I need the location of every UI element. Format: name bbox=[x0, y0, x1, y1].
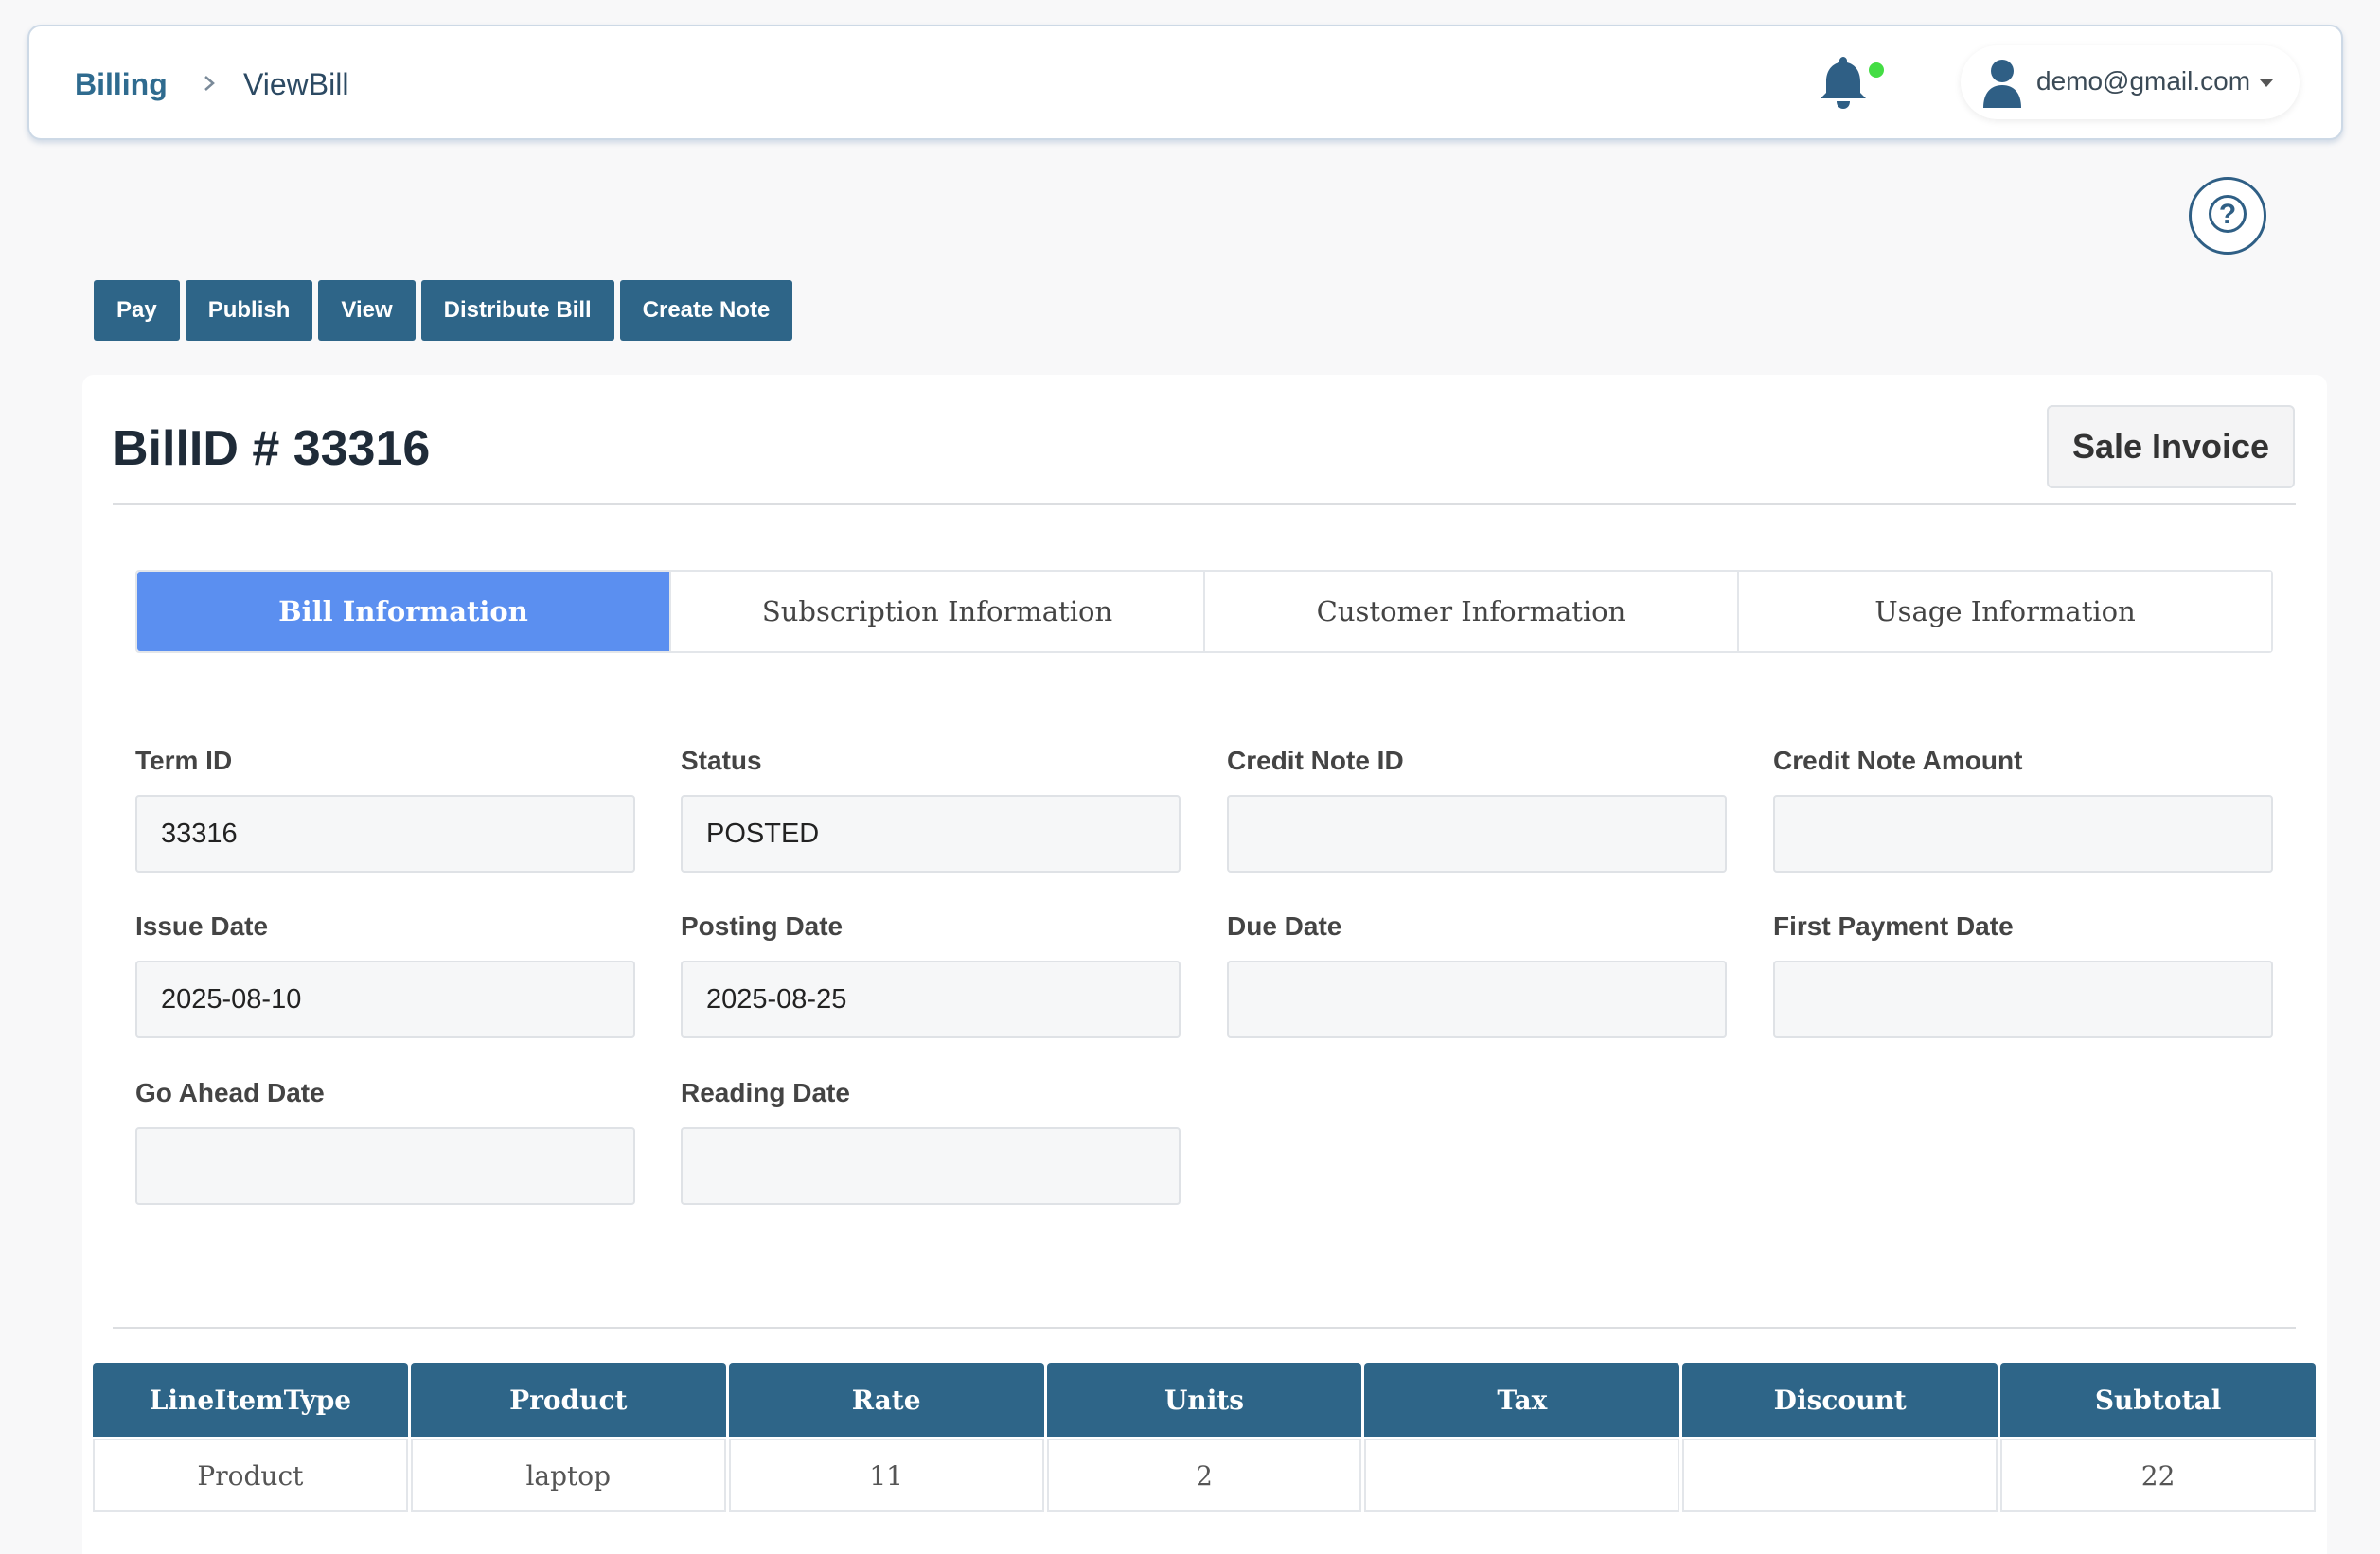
pay-button[interactable]: Pay bbox=[94, 280, 180, 341]
reading-date-field: Reading Date bbox=[681, 1078, 1181, 1205]
field-label: Status bbox=[681, 746, 762, 775]
tab-customer-information[interactable]: Customer Information bbox=[1205, 572, 1739, 651]
field-label: Posting Date bbox=[681, 911, 844, 941]
posting-date-field: Posting Date 2025-08-25 bbox=[681, 911, 1181, 1038]
field-label: Go Ahead Date bbox=[135, 1078, 325, 1107]
field-label: First Payment Date bbox=[1773, 911, 2014, 941]
table-cell bbox=[1682, 1439, 1998, 1512]
user-icon bbox=[1981, 59, 2023, 108]
term-id-field: Term ID 33316 bbox=[135, 746, 635, 873]
field-label: Issue Date bbox=[135, 911, 269, 941]
field-label: Credit Note ID bbox=[1227, 746, 1404, 775]
first-payment-date-input[interactable] bbox=[1773, 961, 2273, 1038]
due-date-input[interactable] bbox=[1227, 961, 1727, 1038]
top-bar: Billing ViewBill demo@gmail.com bbox=[27, 25, 2343, 140]
first-payment-date-field: First Payment Date bbox=[1773, 911, 2273, 1038]
view-button[interactable]: View bbox=[318, 280, 416, 341]
column-header[interactable]: Units bbox=[1046, 1363, 1362, 1437]
credit-note-amount-input[interactable] bbox=[1773, 795, 2273, 873]
column-header[interactable]: Rate bbox=[728, 1363, 1044, 1437]
chevron-right-icon bbox=[201, 64, 220, 110]
notification-dot bbox=[1869, 62, 1884, 78]
line-items-table: LineItemType Product Rate Units Tax Disc… bbox=[93, 1363, 2316, 1512]
credit-note-id-field: Credit Note ID bbox=[1227, 746, 1727, 873]
column-header[interactable]: Tax bbox=[1364, 1363, 1680, 1437]
distribute-bill-button[interactable]: Distribute Bill bbox=[420, 280, 614, 341]
status-input[interactable]: POSTED bbox=[681, 795, 1181, 873]
column-header[interactable]: LineItemType bbox=[93, 1363, 408, 1437]
reading-date-input[interactable] bbox=[681, 1127, 1181, 1205]
help-button[interactable]: ? bbox=[2189, 177, 2266, 255]
issue-date-field: Issue Date 2025-08-10 bbox=[135, 911, 635, 1038]
divider bbox=[113, 1327, 2296, 1329]
sale-invoice-button[interactable]: Sale Invoice bbox=[2047, 405, 2295, 488]
credit-note-id-input[interactable] bbox=[1227, 795, 1727, 873]
bell-icon[interactable] bbox=[1817, 53, 1883, 110]
page-title: BillID # 33316 bbox=[113, 421, 431, 476]
bill-card: BillID # 33316 Sale Invoice Bill Informa… bbox=[82, 375, 2327, 1554]
caret-down-icon bbox=[2260, 79, 2273, 87]
column-header[interactable]: Discount bbox=[1682, 1363, 1998, 1437]
breadcrumb-billing[interactable]: Billing bbox=[75, 67, 168, 102]
table-cell: laptop bbox=[410, 1439, 726, 1512]
divider bbox=[113, 503, 2296, 505]
posting-date-input[interactable]: 2025-08-25 bbox=[681, 961, 1181, 1038]
breadcrumb-current: ViewBill bbox=[243, 67, 349, 101]
user-email: demo@gmail.com bbox=[2036, 66, 2251, 96]
tab-bar: Bill Information Subscription Informatio… bbox=[135, 570, 2273, 653]
column-header[interactable]: Subtotal bbox=[2000, 1363, 2316, 1437]
publish-button[interactable]: Publish bbox=[185, 280, 313, 341]
table-cell: 2 bbox=[1046, 1439, 1362, 1512]
table-cell bbox=[1364, 1439, 1680, 1512]
status-field: Status POSTED bbox=[681, 746, 1181, 873]
table-cell: 22 bbox=[2000, 1439, 2316, 1512]
tab-subscription-information[interactable]: Subscription Information bbox=[671, 572, 1205, 651]
question-icon: ? bbox=[2209, 195, 2247, 233]
due-date-field: Due Date bbox=[1227, 911, 1727, 1038]
field-label: Term ID bbox=[135, 746, 233, 775]
field-label: Reading Date bbox=[681, 1078, 850, 1107]
go-ahead-date-field: Go Ahead Date bbox=[135, 1078, 635, 1205]
column-header[interactable]: Product bbox=[410, 1363, 726, 1437]
issue-date-input[interactable]: 2025-08-10 bbox=[135, 961, 635, 1038]
action-toolbar: Pay Publish View Distribute Bill Create … bbox=[94, 280, 793, 341]
credit-note-amount-field: Credit Note Amount bbox=[1773, 746, 2273, 873]
table-cell: Product bbox=[93, 1439, 408, 1512]
tab-bill-information[interactable]: Bill Information bbox=[137, 572, 671, 651]
field-label: Credit Note Amount bbox=[1773, 746, 2023, 775]
field-label: Due Date bbox=[1227, 911, 1342, 941]
create-note-button[interactable]: Create Note bbox=[619, 280, 793, 341]
go-ahead-date-input[interactable] bbox=[135, 1127, 635, 1205]
tab-usage-information[interactable]: Usage Information bbox=[1739, 572, 2271, 651]
term-id-input[interactable]: 33316 bbox=[135, 795, 635, 873]
user-menu[interactable]: demo@gmail.com bbox=[1961, 45, 2300, 119]
table-cell: 11 bbox=[728, 1439, 1044, 1512]
